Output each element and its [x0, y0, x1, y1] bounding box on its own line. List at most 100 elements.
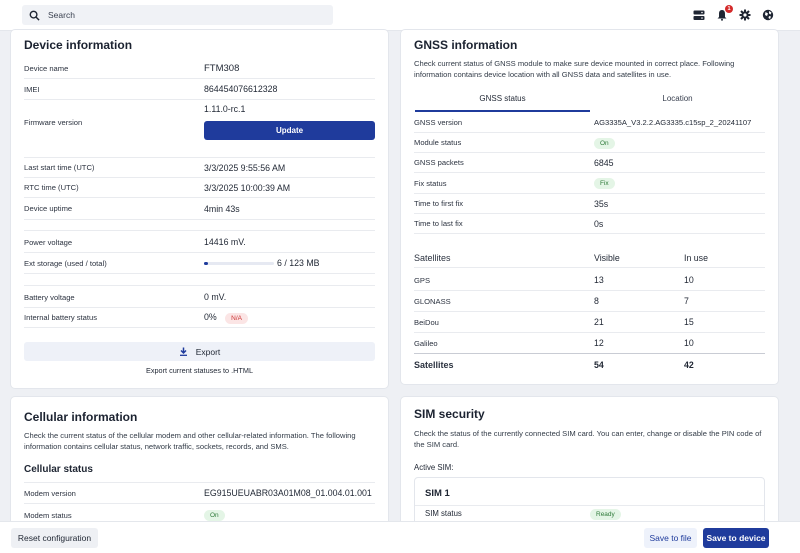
total-in-use: 42 — [684, 360, 694, 370]
cellular-description: Check the current status of the cellular… — [24, 431, 356, 451]
device-name-label: Device name — [24, 63, 69, 73]
storage-value: 6 / 123 MB — [277, 258, 320, 268]
fix-status-label: Fix status — [414, 178, 447, 188]
sim-card-title: SIM 1 — [425, 488, 450, 499]
total-visible: 54 — [594, 360, 604, 370]
modem-version-value: EG915UEUABR03A01M08_01.004.01.001 — [204, 488, 372, 498]
notification-badge: 1 — [725, 5, 733, 13]
device-name-row: Device name FTM308 — [24, 58, 375, 79]
internal-battery-label: Internal battery status — [24, 313, 98, 322]
table-row: BeiDou 21 15 — [414, 312, 765, 333]
table-row: GPS 13 10 — [414, 270, 765, 291]
internal-battery-row: Internal battery status 0% N/A — [24, 308, 375, 328]
internal-battery-value-wrap: 0% N/A — [204, 312, 249, 324]
rtc-value: 3/3/2025 10:00:39 AM — [204, 182, 291, 193]
last-fix-label: Time to last fix — [414, 219, 463, 228]
save-to-file-button[interactable]: Save to file — [644, 528, 697, 548]
status-badge: Fix — [594, 178, 615, 189]
reset-configuration-button[interactable]: Reset configuration — [11, 528, 98, 548]
storage-icon[interactable] — [692, 8, 706, 22]
first-fix-label: Time to first fix — [414, 199, 464, 208]
tab-location[interactable]: Location — [590, 94, 765, 112]
gnss-packets-value: 6845 — [594, 157, 614, 168]
last-start-value: 3/3/2025 9:55:56 AM — [204, 162, 286, 173]
cellular-status-subtitle: Cellular status — [24, 464, 93, 475]
satellite-name: Galileo — [414, 338, 438, 348]
sim-security-title: SIM security — [414, 407, 485, 421]
satellite-visible: 21 — [594, 317, 604, 327]
battery-label: Battery voltage — [24, 292, 75, 302]
gnss-version-label: GNSS version — [414, 118, 463, 127]
satellite-in-use: 15 — [684, 317, 694, 327]
in-use-header: In use — [684, 252, 708, 263]
fix-status-row: Fix status Fix — [414, 173, 765, 194]
module-status-cell: On — [594, 137, 615, 149]
fix-status-cell: Fix — [594, 177, 615, 189]
status-badge: Ready — [590, 509, 621, 520]
tab-gnss-status[interactable]: GNSS status — [415, 94, 590, 112]
table-total-row: Satellites 54 42 — [414, 354, 765, 376]
satellite-visible: 12 — [594, 338, 604, 348]
modem-version-label: Modem version — [24, 488, 76, 498]
storage-progress-fill — [204, 262, 208, 265]
device-information-title: Device information — [24, 38, 133, 52]
gnss-tabs: GNSS status Location — [415, 94, 765, 112]
search-box[interactable] — [22, 5, 333, 25]
status-badge: N/A — [225, 312, 249, 324]
satellites-header: Satellites — [414, 252, 451, 263]
imei-label: IMEI — [24, 84, 40, 94]
search-input[interactable] — [48, 10, 298, 20]
gnss-packets-label: GNSS packets — [414, 158, 464, 167]
rtc-label: RTC time (UTC) — [24, 183, 79, 192]
power-label: Power voltage — [24, 237, 73, 247]
gear-icon[interactable] — [738, 8, 752, 22]
power-row: Power voltage 14416 mV. — [24, 232, 375, 253]
imei-value: 864454076612328 — [204, 84, 278, 94]
satellite-in-use: 10 — [684, 338, 694, 348]
power-value: 14416 mV. — [204, 237, 246, 247]
satellite-in-use: 7 — [684, 296, 689, 306]
uptime-row: Device uptime 4min 43s — [24, 198, 375, 220]
uptime-label: Device uptime — [24, 204, 73, 213]
status-badge: On — [594, 137, 615, 149]
modem-version-row: Modem version EG915UEUABR03A01M08_01.004… — [24, 482, 375, 504]
firmware-label: Firmware version — [24, 118, 83, 127]
gnss-information-card: GNSS information Check current status of… — [401, 30, 778, 384]
module-status-row: Module status On — [414, 133, 765, 153]
visible-header: Visible — [594, 252, 620, 263]
bell-icon[interactable]: 1 — [715, 5, 733, 22]
satellite-name: BeiDou — [414, 317, 439, 327]
cellular-information-card: Cellular information Check the current s… — [11, 397, 388, 537]
divider — [24, 230, 375, 231]
storage-label: Ext storage (used / total) — [24, 258, 107, 268]
table-row: GLONASS 8 7 — [414, 291, 765, 312]
rtc-row: RTC time (UTC) 3/3/2025 10:00:39 AM — [24, 178, 375, 198]
battery-row: Battery voltage 0 mV. — [24, 287, 375, 308]
satellite-name: GLONASS — [414, 296, 451, 306]
total-label: Satellites — [414, 360, 454, 370]
save-to-device-button[interactable]: Save to device — [703, 528, 769, 548]
last-fix-row: Time to last fix 0s — [414, 214, 765, 234]
satellite-visible: 13 — [594, 275, 604, 285]
export-caption: Export current statuses to .HTML — [145, 366, 254, 375]
gnss-information-title: GNSS information — [414, 38, 518, 52]
battery-value: 0 mV. — [204, 292, 227, 302]
satellite-name: GPS — [414, 275, 431, 285]
module-status-label: Module status — [414, 138, 462, 147]
globe-icon[interactable] — [761, 8, 775, 22]
sim-security-card: SIM security Check the status of the cur… — [401, 397, 778, 537]
storage-progress-bar — [204, 262, 274, 265]
storage-row: Ext storage (used / total) 6 / 123 MB — [24, 253, 375, 274]
table-header-row: Satellites Visible In use — [414, 248, 765, 268]
firmware-value: 1.11.0-rc.1 — [204, 104, 246, 114]
device-name-value: FTM308 — [204, 62, 240, 74]
gnss-description: Check current status of GNSS module to m… — [414, 59, 735, 79]
top-bar: 1 — [0, 0, 800, 31]
satellite-visible: 8 — [594, 296, 599, 306]
export-button-label: Export — [195, 346, 221, 357]
export-button[interactable]: Export — [24, 342, 375, 361]
bottom-bar: Reset configuration Save to file Save to… — [0, 521, 800, 553]
divider — [415, 505, 764, 506]
last-start-label: Last start time (UTC) — [24, 163, 95, 172]
update-button[interactable]: Update — [204, 121, 375, 140]
